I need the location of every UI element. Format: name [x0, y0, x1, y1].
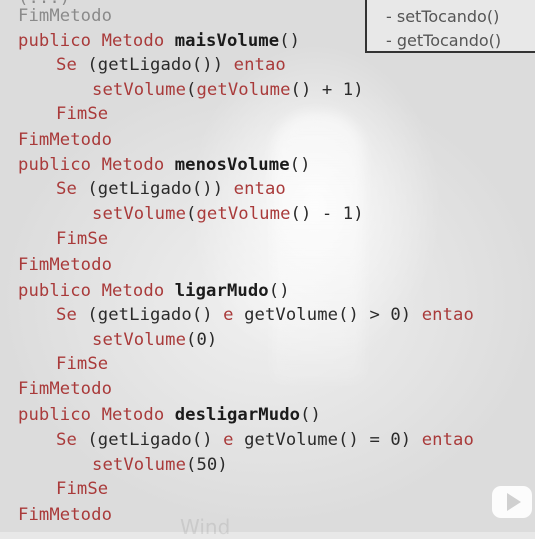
condition: (getLigado()) [87, 55, 234, 75]
condition: (getLigado() [87, 430, 224, 450]
legend-item-gettocando: - getTocando() [386, 31, 502, 50]
code-line-se: Se (getLigado() e getVolume() > 0) entao [56, 303, 474, 328]
code-line-method-maisvolume: publico Metodo maisVolume() [18, 29, 300, 54]
method-parens: () [268, 281, 290, 301]
keyword-e: e [223, 430, 234, 450]
code-line-fimmetodo: FimMetodo [18, 130, 113, 150]
code-line-setvolume: setVolume(0) [92, 328, 217, 353]
play-icon[interactable] [490, 480, 534, 524]
keyword-se: Se [56, 179, 88, 199]
code-line-se: Se (getLigado()) entao [56, 53, 286, 78]
keyword-e: e [223, 305, 234, 325]
code-line-method-menosvolume: publico Metodo menosVolume() [18, 153, 311, 178]
method-name: desligarMudo [174, 405, 301, 425]
keyword-publico-metodo: publico Metodo [18, 155, 175, 175]
method-parens: () [289, 155, 311, 175]
keyword-entao: entao [421, 430, 474, 450]
method-parens: () [300, 405, 321, 425]
condition: (getLigado()) [87, 179, 234, 199]
method-name: maisVolume [174, 31, 280, 51]
keyword-entao: entao [233, 179, 286, 199]
call-expression: setVolume(getVolume() - 1) [92, 204, 364, 224]
call-expression: setVolume(getVolume() + 1) [92, 80, 364, 100]
code-line-method-desligarmudo: publico Metodo desligarMudo() [18, 403, 321, 428]
keyword-entao: entao [421, 305, 474, 325]
condition: getVolume() > 0) [233, 305, 422, 325]
method-parens: () [279, 31, 301, 51]
code-line-setvolume: setVolume(getVolume() - 1) [92, 202, 364, 227]
code-line-fimmetodo: FimMetodo [18, 505, 113, 525]
code-line-se: Se (getLigado()) entao [56, 177, 286, 202]
method-name: ligarMudo [174, 281, 269, 301]
method-name: menosVolume [174, 155, 290, 175]
keyword-publico-metodo: publico Metodo [18, 405, 175, 425]
code-line-fimmetodo: FimMetodo [18, 379, 113, 399]
code-line-fimmetodo: FimMetodo [18, 255, 113, 275]
keyword-se: Se [56, 430, 88, 450]
code-line-se: Se (getLigado() e getVolume() = 0) entao [56, 428, 474, 453]
keyword-se: Se [56, 55, 88, 75]
code-line-fimmetodo: FimMetodo [18, 6, 113, 26]
method-list-box: - setTocando() - getTocando() [365, 0, 535, 53]
keyword-se: Se [56, 305, 88, 325]
code-line-fimse: FimSe [56, 104, 109, 124]
watermark-text: Wind [180, 515, 231, 539]
call-expression: setVolume(50) [92, 455, 228, 475]
code-line-method-ligarmudo: publico Metodo ligarMudo() [18, 279, 290, 304]
code-line-fimse: FimSe [56, 354, 109, 374]
condition: getVolume() = 0) [233, 430, 422, 450]
legend-item-settocando: - setTocando() [386, 7, 500, 26]
keyword-publico-metodo: publico Metodo [18, 31, 175, 51]
condition: (getLigado() [87, 305, 224, 325]
keyword-publico-metodo: publico Metodo [18, 281, 175, 301]
keyword-entao: entao [233, 55, 286, 75]
code-line-setvolume: setVolume(50) [92, 453, 228, 478]
code-line-setvolume: setVolume(getVolume() + 1) [92, 78, 364, 103]
code-line-fimse: FimSe [56, 229, 109, 249]
call-expression: setVolume(0) [92, 330, 218, 350]
code-line-fimse: FimSe [56, 479, 109, 499]
